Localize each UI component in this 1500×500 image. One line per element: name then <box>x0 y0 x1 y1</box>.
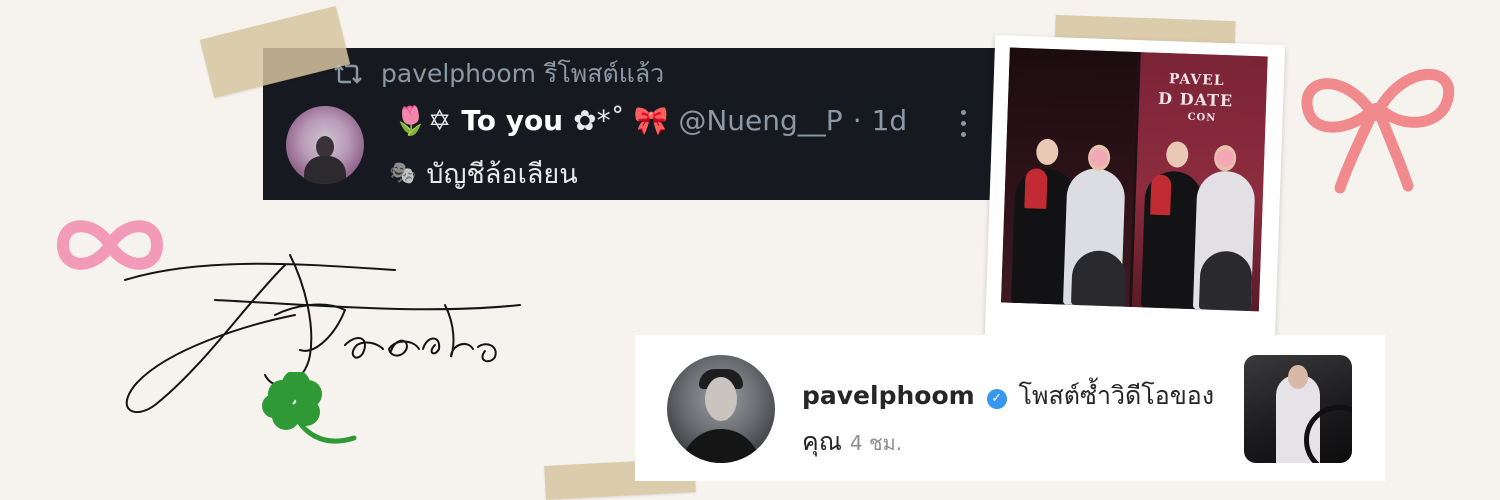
separator-dot: · <box>852 104 862 137</box>
clover-icon <box>262 372 357 444</box>
parody-label: บัญชีล้อเลียน <box>426 159 578 190</box>
avatar[interactable] <box>667 355 775 463</box>
verified-badge-icon: ✓ <box>986 389 1007 409</box>
event-photo: PAVEL D DATE CON <box>1000 47 1268 312</box>
retweet-header: pavelphoom รีโพสต์แล้ว <box>333 54 664 94</box>
sign-text: CON <box>1187 111 1217 124</box>
instagram-notification-card[interactable]: pavelphoom ✓ โพสต์ซ้ำวิดีโอของ คุณ 4 ชม. <box>635 335 1385 481</box>
notification-time: 4 ชม. <box>849 431 903 455</box>
polaroid-photo: PAVEL D DATE CON <box>984 35 1286 345</box>
sign-text: PAVEL <box>1168 71 1225 90</box>
sign-text: D DATE <box>1157 88 1234 111</box>
display-name[interactable]: To you <box>461 104 563 137</box>
notification-message: โพสต์ซ้ำวิดีโอของ <box>1018 381 1215 410</box>
more-vertical-icon[interactable] <box>961 110 969 140</box>
tweet-author-row: 🌷✡ To you ✿*˚ 🎀 @Nueng__P · 1d <box>393 104 907 137</box>
avatar[interactable] <box>286 106 364 184</box>
tweet-time[interactable]: 1d <box>872 104 908 137</box>
display-name-prefix: 🌷✡ <box>393 104 452 137</box>
post-thumbnail[interactable] <box>1244 355 1352 463</box>
notification-message-cont: คุณ <box>802 427 842 456</box>
twitter-retweet-card: pavelphoom รีโพสต์แล้ว 🌷✡ To you ✿*˚ 🎀 @… <box>263 48 1005 200</box>
mask-icon: 🎭 <box>389 161 417 186</box>
bow-icon <box>1301 69 1455 194</box>
retweet-text: pavelphoom รีโพสต์แล้ว <box>381 59 665 88</box>
user-handle[interactable]: @Nueng__P <box>678 104 842 137</box>
parody-label-row: 🎭 บัญชีล้อเลียน <box>389 152 578 195</box>
display-name-suffix: ✿*˚ 🎀 <box>573 104 669 137</box>
username[interactable]: pavelphoom <box>802 381 975 410</box>
notification-text: pavelphoom ✓ โพสต์ซ้ำวิดีโอของ คุณ 4 ชม. <box>802 373 1222 466</box>
